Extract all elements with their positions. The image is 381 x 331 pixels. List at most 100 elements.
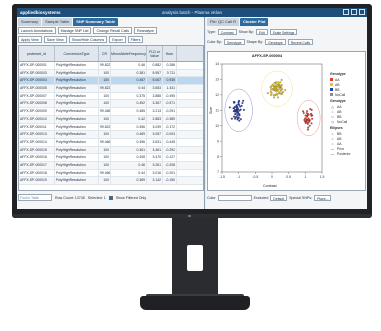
table-row[interactable]: AFFX-SP-000004 PolyHighResolution 100 0.457… [19,77,203,86]
table-row[interactable]: AFFX-SP-000017 PolyHighResolution 100 0.46 3… [19,161,203,170]
scale-settings-button[interactable]: Scale Settings [269,29,298,35]
cell-hom: -0.445 [163,138,177,146]
table-row[interactable]: AFFX-SP-000005 PolyHighResolution 99.822 0.… [19,85,203,93]
snp-summary-table: probeset_id ConversionType CR MinorAllel… [18,45,204,191]
legend-swatch [330,88,333,91]
manage-snp-list-button[interactable]: Manage SNP List [57,27,92,34]
data-point-aa [304,117,307,120]
cell-fld: 3.016 [147,169,163,177]
tab-snp-summary-table[interactable]: SNP Summary Table [73,18,119,26]
special-snps-select[interactable]: Place... [314,194,332,201]
y-tick-label: 14 [215,62,219,66]
data-point-bb [236,114,239,117]
cell-hom: -0.495 [163,92,177,100]
excluded-select[interactable]: Default [270,194,288,201]
recent-calls-select[interactable]: Recent Calls [287,39,314,45]
scatter-svg[interactable]: -1.5 -1 -0.5 0 0.5 1 1.5 7 8 9 10 11 12 13 14 [208,58,328,183]
table-row[interactable]: AFFX-SP-000009 PolyHighResolution 99.466 0.… [19,108,203,116]
show-filtered-checkbox[interactable] [108,195,113,200]
cell-probeset-id: AFFX-SP-000007 [19,92,55,100]
show-by-select[interactable]: Edit [255,29,268,35]
column-header-conversion-type[interactable]: ConversionType [55,46,99,61]
table-row[interactable]: AFFX-SP-000007 PolyHighResolution 100 0.375… [19,92,203,101]
legend-ellipses: ○ BB ○ AB ○ AA — Prior — Posterior [330,131,366,156]
table-row[interactable]: AFFX-SP-000010 PolyHighResolution 100 0.42 2… [19,115,203,124]
cell-conversion-type: PolyHighResolution [55,77,99,85]
table-row[interactable]: AFFX-SP-000011 PolyHighResolution 99.822 0.… [19,123,203,132]
column-header-fld[interactable]: FLD or Value [147,46,163,61]
cluster-plot[interactable]: AFFX-SP-000004 Size Contrast -1.5 -1 -0.5 0… [207,51,366,191]
cluster-plot-panel: Pie: QC Call R Cluster Plot Type: Contra… [206,17,367,209]
x-tick-label: -0.5 [252,175,258,179]
table-row[interactable]: AFFX-SP-000008 PolyHighResolution 100 0.452… [19,100,203,109]
close-icon[interactable] [359,9,365,15]
tab-pie-qc-call-rate[interactable]: Pie: QC Call R [207,18,240,26]
show-by-label: Show By: [238,30,254,34]
legend-swatch [330,83,333,86]
data-point-bb [234,109,237,112]
cell-probeset-id: AFFX-SP-000011 [19,123,55,131]
cell-fld: 3.261 [147,161,163,169]
cell-fld: 3.653 [147,85,163,92]
window-controls [343,9,365,15]
maximize-icon[interactable] [351,9,357,15]
table-row[interactable]: AFFX-SP-000019 PolyHighResolution 100 0.369… [19,177,203,185]
column-header-probeset-id[interactable]: probeset_id [19,46,55,61]
data-point-ab [279,81,282,84]
legend-item-ellipse: — Posterior [330,151,366,156]
reanalyze-button[interactable]: Reanalyze [134,27,158,34]
legend-swatch: ◇ [331,119,334,124]
data-point-ab [271,84,274,87]
data-point-ab [269,86,272,89]
change-recall-calls-button[interactable]: Change Recall Calls [93,27,133,34]
type-select[interactable]: Contrast [217,29,237,35]
cell-cr: 100 [99,177,111,184]
cell-fld: 3.057 [147,131,163,138]
table-row[interactable]: AFFX-SP-000018 PolyHighResolution 99.466 0.… [19,169,203,178]
table-row[interactable]: AFFX-SP-000001 PolyHighResolution 99.822 0.… [19,62,203,70]
cell-probeset-id: AFFX-SP-000004 [19,77,55,85]
tab-summary[interactable]: Summary [18,18,42,26]
color-select[interactable] [217,194,252,201]
show-hide-columns-button[interactable]: Show/Hide Columns [68,36,108,43]
cell-hom: -0.172 [163,123,177,131]
data-point-bb [234,116,237,119]
monitor-stand-base [140,296,250,310]
table-row[interactable]: AFFX-SP-000015 PolyHighResolution 100 0.361… [19,146,203,155]
cell-probeset-id: AFFX-SP-000009 [19,108,55,115]
table-row[interactable]: AFFX-SP-000003 PolyHighResolution 100 0.381… [19,69,203,78]
plot-legend: Genotype AA AB BB NoCall Genotype △ AA ○ AB □ BB… [330,70,366,156]
table-row[interactable]: AFFX-SP-000016 PolyHighResolution 100 0.408… [19,154,203,162]
cell-maf: 0.42 [111,115,147,123]
color-by-select[interactable]: Genotype [223,39,245,45]
data-point-ab [284,89,287,92]
cell-maf: 0.361 [111,146,147,154]
column-header-hom[interactable]: Hom [163,46,177,61]
data-point-bb [234,113,237,116]
cell-conversion-type: PolyHighResolution [55,161,99,169]
cell-maf: 0.456 [111,123,147,131]
apply-view-button[interactable]: Apply View [18,36,42,43]
selected-count: Selected: 1 [87,195,106,200]
cell-cr: 99.822 [100,85,111,92]
table-row[interactable]: AFFX-SP-000014 PolyHighResolution 99.466 0.… [19,138,203,147]
cell-maf: 0.375 [111,92,147,100]
launch-annotations-button[interactable]: Launch Annotations [18,27,56,34]
y-tick-label: 11 [215,108,219,112]
cell-hom: -0.201 [163,169,177,177]
table-row[interactable]: AFFX-SP-000013 PolyHighResolution 100 0.469… [19,131,203,139]
data-point-ab [274,89,277,91]
minimize-icon[interactable] [343,9,349,15]
data-point-aa [306,128,309,131]
column-header-maf[interactable]: MinorAlleleFrequency [111,46,147,61]
column-header-cr[interactable]: CR [99,46,111,61]
legend-swatch: □ [331,114,334,119]
find-in-table-input[interactable]: Find in Table [18,194,52,201]
save-view-button[interactable]: Save View [43,36,67,43]
export-button[interactable]: Export [109,36,126,43]
special-snps-label: Special SNPs: [289,195,313,200]
tab-sample-table[interactable]: Sample Table [42,18,73,26]
shape-by-select[interactable]: Genotype [265,39,286,45]
filters-button[interactable]: Filters [127,36,144,43]
tab-cluster-plot[interactable]: Cluster Plot [240,18,269,26]
